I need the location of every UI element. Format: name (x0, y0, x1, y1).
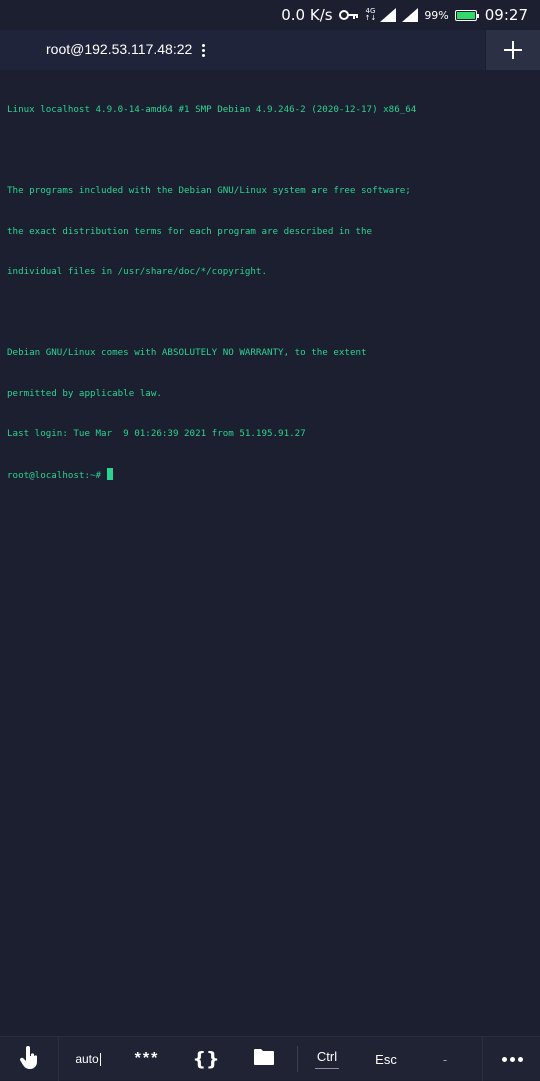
session-tab[interactable]: root@192.53.117.48:22 (0, 30, 485, 70)
battery-percent: 99% (424, 8, 449, 22)
ctrl-label: Ctrl (316, 1049, 338, 1064)
touch-mode-button[interactable] (0, 1037, 59, 1081)
terminal-cursor (106, 467, 113, 480)
network-speed: 0.0 K/s (281, 6, 333, 24)
terminal-line: permitted by applicable law. (7, 387, 162, 399)
sftp-button[interactable] (244, 1037, 284, 1081)
password-label: *** (134, 1050, 160, 1067)
dash-label: - (442, 1051, 448, 1067)
terminal-line: Debian GNU/Linux comes with ABSOLUTELY N… (7, 347, 367, 358)
more-keys-button[interactable] (482, 1037, 540, 1081)
session-header: root@192.53.117.48:22 (0, 30, 540, 70)
vpn-key-icon (338, 9, 359, 21)
esc-label: Esc (375, 1051, 397, 1067)
terminal-prompt-line: root@localhost:~# (7, 467, 533, 482)
autocomplete-label: auto (75, 1052, 99, 1066)
toolbar-divider (297, 1046, 298, 1072)
terminal-line: the exact distribution terms for each pr… (7, 225, 373, 237)
signal-icon (380, 8, 397, 22)
more-horizontal-icon (501, 1056, 523, 1062)
ctrl-key-button[interactable]: Ctrl (306, 1037, 348, 1081)
password-button[interactable]: *** (124, 1037, 170, 1081)
extra-keys-toolbar: auto *** {} Ctrl Esc - (0, 1036, 540, 1081)
terminal-line: individual files in /usr/share/doc/*/cop… (7, 266, 267, 277)
terminal-line: Last login: Tue Mar 9 01:26:39 2021 from… (7, 428, 306, 439)
terminal-output[interactable]: Linux localhost 4.9.0-14-amd64 #1 SMP De… (0, 70, 540, 1036)
folder-icon (253, 1048, 275, 1070)
network-type: 4G ↑↓ (365, 8, 377, 22)
snippets-label: {} (192, 1048, 220, 1070)
esc-key-button[interactable]: Esc (366, 1037, 406, 1081)
signal-icon-secondary (402, 8, 419, 22)
dash-key-button[interactable]: - (428, 1037, 462, 1081)
kebab-menu-icon[interactable] (196, 40, 210, 60)
terminal-prompt: root@localhost:~# (7, 469, 107, 481)
snippets-button[interactable]: {} (186, 1037, 226, 1081)
battery-fill (456, 11, 475, 19)
terminal-line: The programs included with the Debian GN… (7, 185, 411, 196)
network-activity-label: ↑↓ (364, 14, 377, 22)
clock: 09:27 (484, 6, 528, 24)
touch-hand-icon (19, 1045, 39, 1073)
autocomplete-button[interactable]: auto (66, 1037, 110, 1081)
terminal-line: Linux localhost 4.9.0-14-amd64 #1 SMP De… (7, 104, 417, 115)
battery-icon (454, 9, 479, 21)
ctrl-underline (315, 1068, 339, 1069)
add-session-button[interactable] (486, 30, 540, 70)
status-bar: 0.0 K/s 4G ↑↓ 99% 09:27 (0, 0, 540, 30)
session-title: root@192.53.117.48:22 (46, 41, 193, 57)
